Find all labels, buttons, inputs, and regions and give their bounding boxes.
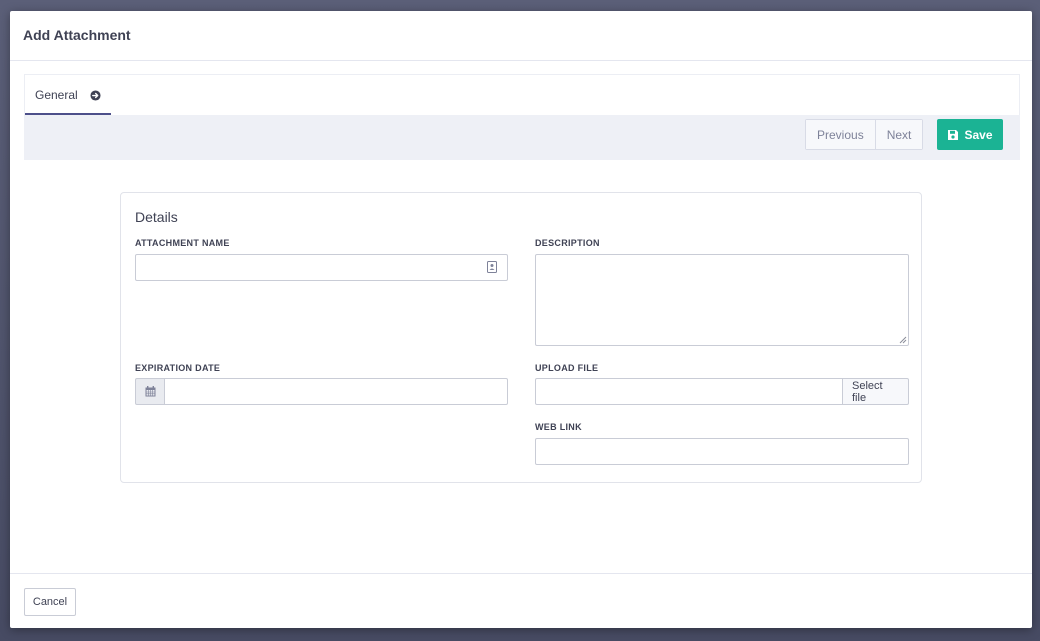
details-card: Details ATTACHMENT NAME DESCRIPTION EXPI… (120, 192, 922, 483)
attachment-name-label: ATTACHMENT NAME (135, 238, 230, 248)
arrow-circle-right-icon (90, 89, 101, 101)
tab-general[interactable]: General (25, 75, 111, 116)
expiration-date-input[interactable] (164, 378, 508, 405)
resize-grip-icon[interactable] (899, 336, 907, 344)
modal-header: Add Attachment (10, 11, 1032, 61)
description-textarea[interactable] (535, 254, 909, 346)
tab-bar: General (24, 74, 1020, 116)
wizard-toolbar: Previous Next Save (24, 115, 1020, 160)
modal-title: Add Attachment (23, 27, 131, 43)
upload-file-input[interactable] (535, 378, 843, 405)
select-file-button[interactable]: Select file (842, 378, 909, 405)
calendar-icon (145, 386, 155, 397)
pager-button-group: Previous Next (805, 119, 924, 150)
web-link-label: WEB LINK (535, 422, 582, 432)
attachment-name-input[interactable] (135, 254, 508, 281)
modal-footer: Cancel (10, 573, 1032, 628)
cancel-button[interactable]: Cancel (24, 588, 76, 616)
web-link-input[interactable] (535, 438, 909, 465)
description-label: DESCRIPTION (535, 238, 600, 248)
save-button[interactable]: Save (937, 119, 1003, 150)
calendar-addon[interactable] (135, 378, 165, 405)
upload-file-label: UPLOAD FILE (535, 363, 599, 373)
add-attachment-modal: Add Attachment General Previous Next Sav… (10, 11, 1032, 628)
tab-general-label: General (35, 88, 78, 102)
contact-card-icon (487, 261, 497, 273)
expiration-date-label: EXPIRATION DATE (135, 363, 221, 373)
save-button-label: Save (964, 127, 993, 142)
details-title: Details (135, 209, 178, 225)
floppy-disk-icon (948, 129, 959, 140)
next-button[interactable]: Next (874, 120, 923, 149)
previous-button[interactable]: Previous (806, 120, 875, 149)
